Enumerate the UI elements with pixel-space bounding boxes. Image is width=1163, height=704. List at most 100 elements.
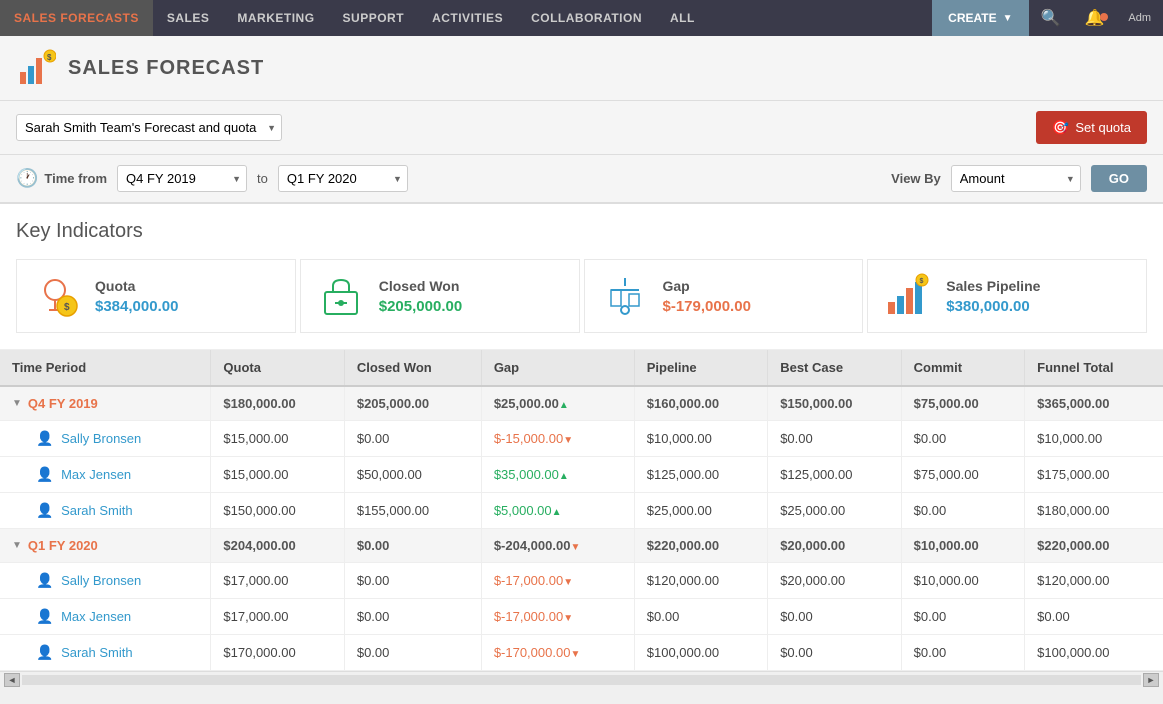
nav-all[interactable]: ALL [656,0,709,36]
admin-label: Adm [1116,12,1163,24]
quarter-pipeline: $220,000.00 [634,529,767,563]
table-row: 👤 Sarah Smith $170,000.00 $0.00 $-170,00… [0,635,1163,671]
member-gap: $-17,000.00▼ [481,563,634,599]
sales-pipeline-value: $380,000.00 [946,298,1040,315]
member-name[interactable]: Sarah Smith [61,645,133,660]
nav-activities[interactable]: ACTIVITIES [418,0,517,36]
view-by-select[interactable]: Amount Count [951,165,1081,192]
member-best-case: $25,000.00 [768,493,901,529]
indicator-gap: Gap $-179,000.00 [584,259,864,333]
person-icon: 👤 [36,430,53,446]
scroll-right-button[interactable]: ► [1143,673,1159,687]
member-funnel-total: $100,000.00 [1025,635,1163,671]
member-gap: $-17,000.00▼ [481,599,634,635]
member-commit: $0.00 [901,421,1025,457]
forecast-select[interactable]: Sarah Smith Team's Forecast and quota [16,114,282,141]
quarter-pipeline: $160,000.00 [634,386,767,421]
member-gap: $-15,000.00▼ [481,421,634,457]
gap-value: $-179,000.00 [663,298,751,315]
member-commit: $0.00 [901,493,1025,529]
table-row: 👤 Sally Bronsen $15,000.00 $0.00 $-15,00… [0,421,1163,457]
quarter-best-case: $20,000.00 [768,529,901,563]
scroll-track[interactable] [22,675,1141,685]
member-closed-won: $50,000.00 [344,457,481,493]
forecast-table: Time Period Quota Closed Won Gap Pipelin… [0,350,1163,671]
member-quota: $150,000.00 [211,493,344,529]
nav-sales[interactable]: SALES [153,0,224,36]
quota-icon: $ [33,272,81,320]
horizontal-scrollbar[interactable]: ◄ ► [0,671,1163,687]
member-quota: $17,000.00 [211,563,344,599]
col-time-period: Time Period [0,350,211,386]
svg-text:$: $ [920,278,924,285]
svg-text:$: $ [64,302,70,313]
filter-bar: 🕐 Time from Q4 FY 2019 Q3 FY 2019 Q2 FY … [0,155,1163,204]
person-icon: 👤 [36,608,53,624]
member-name-cell: 👤 Sally Bronsen [0,421,211,457]
create-dropdown-arrow: ▼ [1003,13,1013,24]
member-name[interactable]: Sally Bronsen [61,573,141,588]
member-best-case: $0.00 [768,421,901,457]
table-header: Time Period Quota Closed Won Gap Pipelin… [0,350,1163,386]
member-gap: $5,000.00▲ [481,493,634,529]
member-name-cell: 👤 Sally Bronsen [0,563,211,599]
quarter-funnel-total: $365,000.00 [1025,386,1163,421]
time-to-select[interactable]: Q1 FY 2020 Q2 FY 2020 Q3 FY 2020 [278,165,408,192]
member-name-cell: 👤 Max Jensen [0,457,211,493]
gap-label: Gap [663,278,751,294]
notification-badge [1100,13,1108,21]
indicator-quota: $ Quota $384,000.00 [16,259,296,333]
table-row: 👤 Sarah Smith $150,000.00 $155,000.00 $5… [0,493,1163,529]
time-to-select-wrap: Q1 FY 2020 Q2 FY 2020 Q3 FY 2020 [278,165,408,192]
quarter-label-cell: ▼ Q4 FY 2019 [0,386,211,421]
quarter-commit: $75,000.00 [901,386,1025,421]
col-pipeline: Pipeline [634,350,767,386]
go-button[interactable]: GO [1091,165,1147,192]
quarter-name: Q1 FY 2020 [28,538,98,553]
member-name[interactable]: Sally Bronsen [61,431,141,446]
member-funnel-total: $10,000.00 [1025,421,1163,457]
quota-value: $384,000.00 [95,298,178,315]
to-separator: to [257,171,268,186]
member-quota: $15,000.00 [211,457,344,493]
member-name[interactable]: Sarah Smith [61,503,133,518]
member-pipeline: $120,000.00 [634,563,767,599]
member-commit: $0.00 [901,599,1025,635]
forecast-select-wrap: Sarah Smith Team's Forecast and quota [16,114,282,141]
member-closed-won: $155,000.00 [344,493,481,529]
table-row: ▼ Q1 FY 2020 $204,000.00 $0.00 $-204,000… [0,529,1163,563]
time-from-select[interactable]: Q4 FY 2019 Q3 FY 2019 Q2 FY 2019 [117,165,247,192]
member-best-case: $0.00 [768,635,901,671]
closed-won-icon [317,272,365,320]
quarter-commit: $10,000.00 [901,529,1025,563]
indicator-closed-won: Closed Won $205,000.00 [300,259,580,333]
page-header: $ SALES FORECAST [0,36,1163,101]
closed-won-label: Closed Won [379,278,462,294]
notifications-icon[interactable]: 🔔 [1072,8,1116,28]
member-quota: $170,000.00 [211,635,344,671]
member-name[interactable]: Max Jensen [61,467,131,482]
sales-forecast-icon: $ [16,48,56,88]
member-pipeline: $25,000.00 [634,493,767,529]
member-name[interactable]: Max Jensen [61,609,131,624]
toolbar: Sarah Smith Team's Forecast and quota 🎯 … [0,101,1163,155]
quarter-closed-won: $205,000.00 [344,386,481,421]
expand-icon[interactable]: ▼ [12,540,22,551]
expand-icon[interactable]: ▼ [12,398,22,409]
quota-label: Quota [95,278,178,294]
set-quota-button[interactable]: 🎯 Set quota [1036,111,1147,144]
search-icon[interactable]: 🔍 [1029,8,1073,28]
nav-sales-forecasts[interactable]: SALES FORECASTS [0,0,153,36]
member-name-cell: 👤 Max Jensen [0,599,211,635]
nav-marketing[interactable]: MARKETING [223,0,328,36]
member-closed-won: $0.00 [344,421,481,457]
sales-pipeline-label: Sales Pipeline [946,278,1040,294]
nav-right-actions: CREATE ▼ 🔍 🔔 Adm [932,0,1163,36]
quarter-best-case: $150,000.00 [768,386,901,421]
nav-collaboration[interactable]: COLLABORATION [517,0,656,36]
create-button[interactable]: CREATE ▼ [932,0,1028,36]
quarter-name: Q4 FY 2019 [28,396,98,411]
svg-text:$: $ [47,53,52,62]
scroll-left-button[interactable]: ◄ [4,673,20,687]
nav-support[interactable]: SUPPORT [329,0,419,36]
